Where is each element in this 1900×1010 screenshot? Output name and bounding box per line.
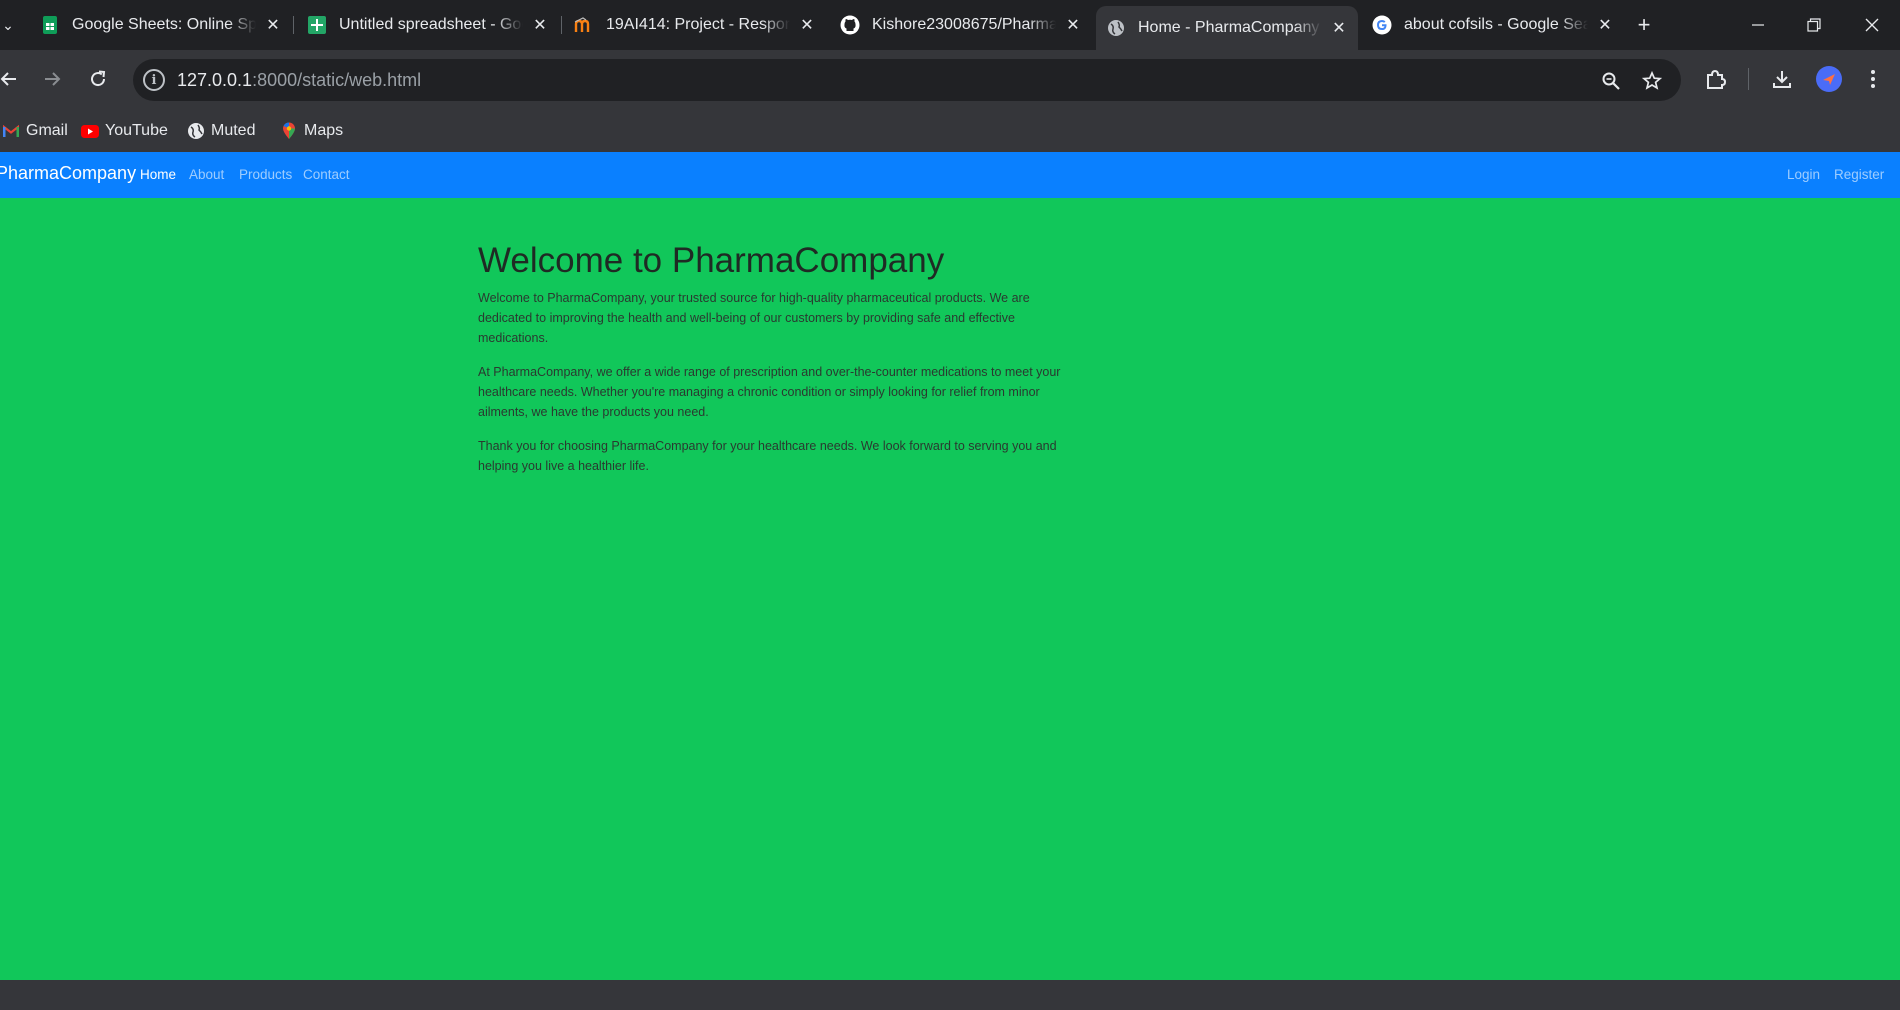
url-path: :8000/static/web.html	[252, 70, 422, 90]
tab-title: about cofsils - Google Search	[1404, 16, 1588, 33]
toolbar-divider	[1748, 68, 1749, 90]
tab-search-chevron-icon[interactable]: ⌄	[0, 14, 16, 36]
page-heading: Welcome to PharmaCompany	[478, 241, 945, 280]
bookmark-youtube[interactable]: YouTube	[81, 119, 168, 143]
google-icon	[1372, 15, 1392, 35]
tab-title: Google Sheets: Online Spreadsheet	[72, 16, 256, 33]
bookmark-star-icon[interactable]	[1640, 69, 1664, 93]
moodle-icon	[574, 15, 594, 35]
nav-register-link[interactable]: Register	[1834, 167, 1884, 182]
tab-untitled-spreadsheet[interactable]: Untitled spreadsheet - Google Sheets ✕	[297, 6, 559, 44]
address-bar[interactable]: i 127.0.0.1:8000/static/web.html	[133, 59, 1681, 101]
window-close-icon[interactable]	[1857, 10, 1887, 40]
sheets-plus-icon	[307, 15, 327, 35]
tab-title: 19AI414: Project - Responses	[606, 16, 790, 33]
bookmarks-bar: Gmail YouTube Muted Maps	[0, 110, 1900, 152]
bookmark-muted[interactable]: Muted	[187, 119, 255, 143]
zoom-icon[interactable]	[1599, 69, 1623, 93]
nav-contact-link[interactable]: Contact	[303, 167, 350, 182]
bookmark-label: Maps	[304, 122, 344, 139]
url-text[interactable]: 127.0.0.1:8000/static/web.html	[177, 70, 421, 91]
tab-google-sheets[interactable]: Google Sheets: Online Spreadsheet ✕	[30, 6, 292, 44]
main-content: Welcome to PharmaCompany Welcome to Phar…	[478, 240, 1078, 490]
bookmark-gmail[interactable]: Gmail	[2, 119, 68, 143]
close-icon[interactable]: ✕	[1328, 17, 1350, 39]
maps-icon	[280, 122, 298, 140]
nav-about-link[interactable]: About	[189, 167, 224, 182]
url-host: 127.0.0.1	[177, 70, 253, 90]
tab-strip: ⌄ Google Sheets: Online Spreadsheet ✕ Un…	[0, 0, 1900, 50]
close-icon[interactable]: ✕	[529, 14, 551, 36]
profile-avatar-icon[interactable]	[1816, 66, 1842, 92]
bookmark-label: YouTube	[105, 122, 168, 139]
intro-paragraph: Welcome to PharmaCompany, your trusted s…	[478, 291, 1030, 345]
tab-title: Untitled spreadsheet - Google Sheets	[339, 16, 523, 33]
tab-google-search[interactable]: about cofsils - Google Search ✕	[1362, 6, 1624, 44]
tab-moodle-project[interactable]: 19AI414: Project - Responses ✕	[564, 6, 826, 44]
gmail-icon	[2, 122, 20, 140]
tab-home-pharmacompany[interactable]: Home - PharmaCompany ✕	[1096, 6, 1358, 50]
tab-github-pharma[interactable]: Kishore23008675/Pharma ✕	[830, 6, 1092, 44]
window-bottom-edge	[0, 980, 1900, 1010]
brand-logo-link[interactable]: PharmaCompany	[0, 163, 136, 184]
offer-paragraph: At PharmaCompany, we offer a wide range …	[478, 365, 1061, 419]
download-icon[interactable]	[1768, 65, 1796, 93]
close-icon[interactable]: ✕	[796, 14, 818, 36]
page-viewport: PharmaCompany Home About Products Contac…	[0, 152, 1900, 980]
bookmark-maps[interactable]: Maps	[280, 119, 343, 143]
extensions-puzzle-icon[interactable]	[1702, 65, 1730, 93]
restore-icon[interactable]	[1799, 10, 1829, 40]
browser-toolbar: i 127.0.0.1:8000/static/web.html	[0, 50, 1900, 110]
minimize-icon[interactable]	[1743, 10, 1773, 40]
tab-title: Kishore23008675/Pharma	[872, 16, 1056, 33]
tab-divider	[293, 16, 294, 34]
github-icon	[840, 15, 860, 35]
nav-products-link[interactable]: Products	[239, 167, 292, 182]
site-navbar: PharmaCompany Home About Products Contac…	[0, 152, 1900, 198]
close-icon[interactable]: ✕	[1594, 14, 1616, 36]
back-arrow-icon[interactable]	[0, 64, 24, 94]
menu-kebab-icon[interactable]	[1859, 65, 1887, 93]
nav-home-link[interactable]: Home	[140, 167, 176, 182]
close-icon[interactable]: ✕	[1062, 14, 1084, 36]
tab-divider	[561, 16, 562, 34]
new-tab-plus-icon[interactable]: +	[1632, 12, 1656, 37]
close-icon[interactable]: ✕	[262, 14, 284, 36]
forward-arrow-icon[interactable]	[37, 64, 67, 94]
globe-icon	[1106, 18, 1126, 38]
site-info-icon[interactable]: i	[143, 69, 165, 91]
globe-icon	[187, 122, 205, 140]
bookmark-label: Gmail	[26, 122, 68, 139]
youtube-icon	[81, 122, 99, 140]
reload-icon[interactable]	[83, 64, 113, 94]
sheets-icon	[40, 15, 60, 35]
thanks-paragraph: Thank you for choosing PharmaCompany for…	[478, 439, 1057, 473]
tab-title: Home - PharmaCompany	[1138, 19, 1320, 36]
nav-login-link[interactable]: Login	[1787, 167, 1820, 182]
bookmark-label: Muted	[211, 122, 256, 139]
